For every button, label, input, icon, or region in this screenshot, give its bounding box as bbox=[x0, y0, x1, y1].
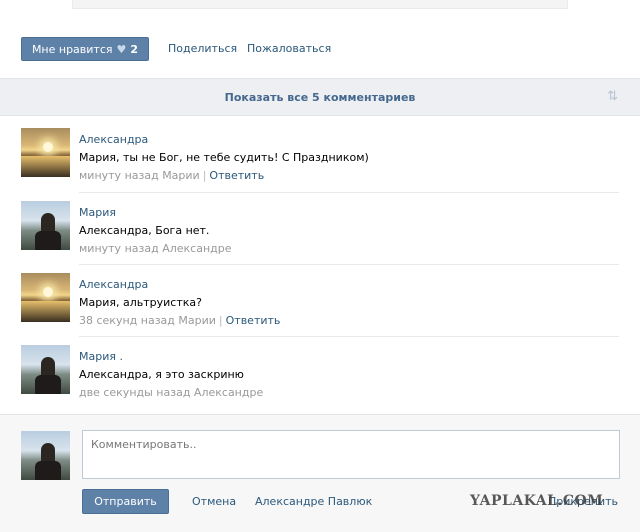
comment-time[interactable]: минуту назад Марии bbox=[79, 169, 200, 182]
watermark: YAPLAKAL.COM bbox=[470, 493, 604, 509]
avatar[interactable] bbox=[21, 345, 70, 394]
send-button[interactable]: Отправить bbox=[82, 489, 169, 514]
reply-link[interactable]: Ответить bbox=[226, 314, 281, 327]
comment-text: Александра, я это заскриню bbox=[79, 368, 244, 381]
cancel-link[interactable]: Отмена bbox=[192, 495, 236, 508]
comment-meta: минуту назад Александре bbox=[79, 242, 232, 255]
heart-icon: ♥ bbox=[116, 42, 127, 56]
comment-meta: две секунды назад Александре bbox=[79, 386, 263, 399]
comment-item: Александра Мария, альтруистка? 38 секунд… bbox=[21, 265, 619, 335]
comment-meta: минуту назад Марии | Ответить bbox=[79, 169, 264, 182]
comment-text: Александра, Бога нет. bbox=[79, 224, 210, 237]
sort-arrows-icon[interactable]: ⇅ bbox=[607, 89, 618, 104]
comment-item: Александра Мария, ты не Бог, не тебе суд… bbox=[21, 120, 619, 190]
show-all-comments-label: Показать все 5 комментариев bbox=[224, 91, 416, 104]
reply-link[interactable]: Ответить bbox=[209, 169, 264, 182]
comment-item: Мария . Александра, я это заскриню две с… bbox=[21, 337, 619, 407]
comment-time[interactable]: минуту назад Александре bbox=[79, 242, 232, 255]
comment-author[interactable]: Мария bbox=[79, 206, 116, 219]
comment-text: Мария, ты не Бог, не тебе судить! С Праз… bbox=[79, 151, 369, 164]
avatar[interactable] bbox=[21, 201, 70, 250]
avatar[interactable] bbox=[21, 273, 70, 322]
comment-time[interactable]: две секунды назад Александре bbox=[79, 386, 263, 399]
avatar[interactable] bbox=[21, 128, 70, 177]
like-label: Мне нравится bbox=[31, 42, 113, 56]
comment-author[interactable]: Александра bbox=[79, 278, 148, 291]
meta-divider: | bbox=[202, 169, 207, 182]
comment-author[interactable]: Мария . bbox=[79, 350, 123, 363]
previous-post-strip bbox=[72, 0, 568, 9]
like-button[interactable]: Мне нравится ♥ 2 bbox=[21, 37, 149, 61]
comment-text: Мария, альтруистка? bbox=[79, 296, 202, 309]
meta-divider: | bbox=[218, 314, 223, 327]
comment-input[interactable]: Комментировать.. bbox=[82, 430, 620, 479]
comment-author[interactable]: Александра bbox=[79, 133, 148, 146]
reply-to-link[interactable]: Александре Павлюк bbox=[255, 495, 372, 508]
avatar bbox=[21, 431, 70, 480]
show-all-comments-bar[interactable]: Показать все 5 комментариев ⇅ bbox=[0, 78, 640, 116]
comment-item: Мария Александра, Бога нет. минуту назад… bbox=[21, 193, 619, 263]
comment-time[interactable]: 38 секунд назад Марии bbox=[79, 314, 216, 327]
report-link[interactable]: Пожаловаться bbox=[247, 42, 331, 55]
comment-meta: 38 секунд назад Марии | Ответить bbox=[79, 314, 280, 327]
comment-compose: Комментировать.. Отправить Отмена Алекса… bbox=[0, 414, 640, 532]
share-link[interactable]: Поделиться bbox=[168, 42, 237, 55]
like-count: 2 bbox=[130, 42, 139, 56]
